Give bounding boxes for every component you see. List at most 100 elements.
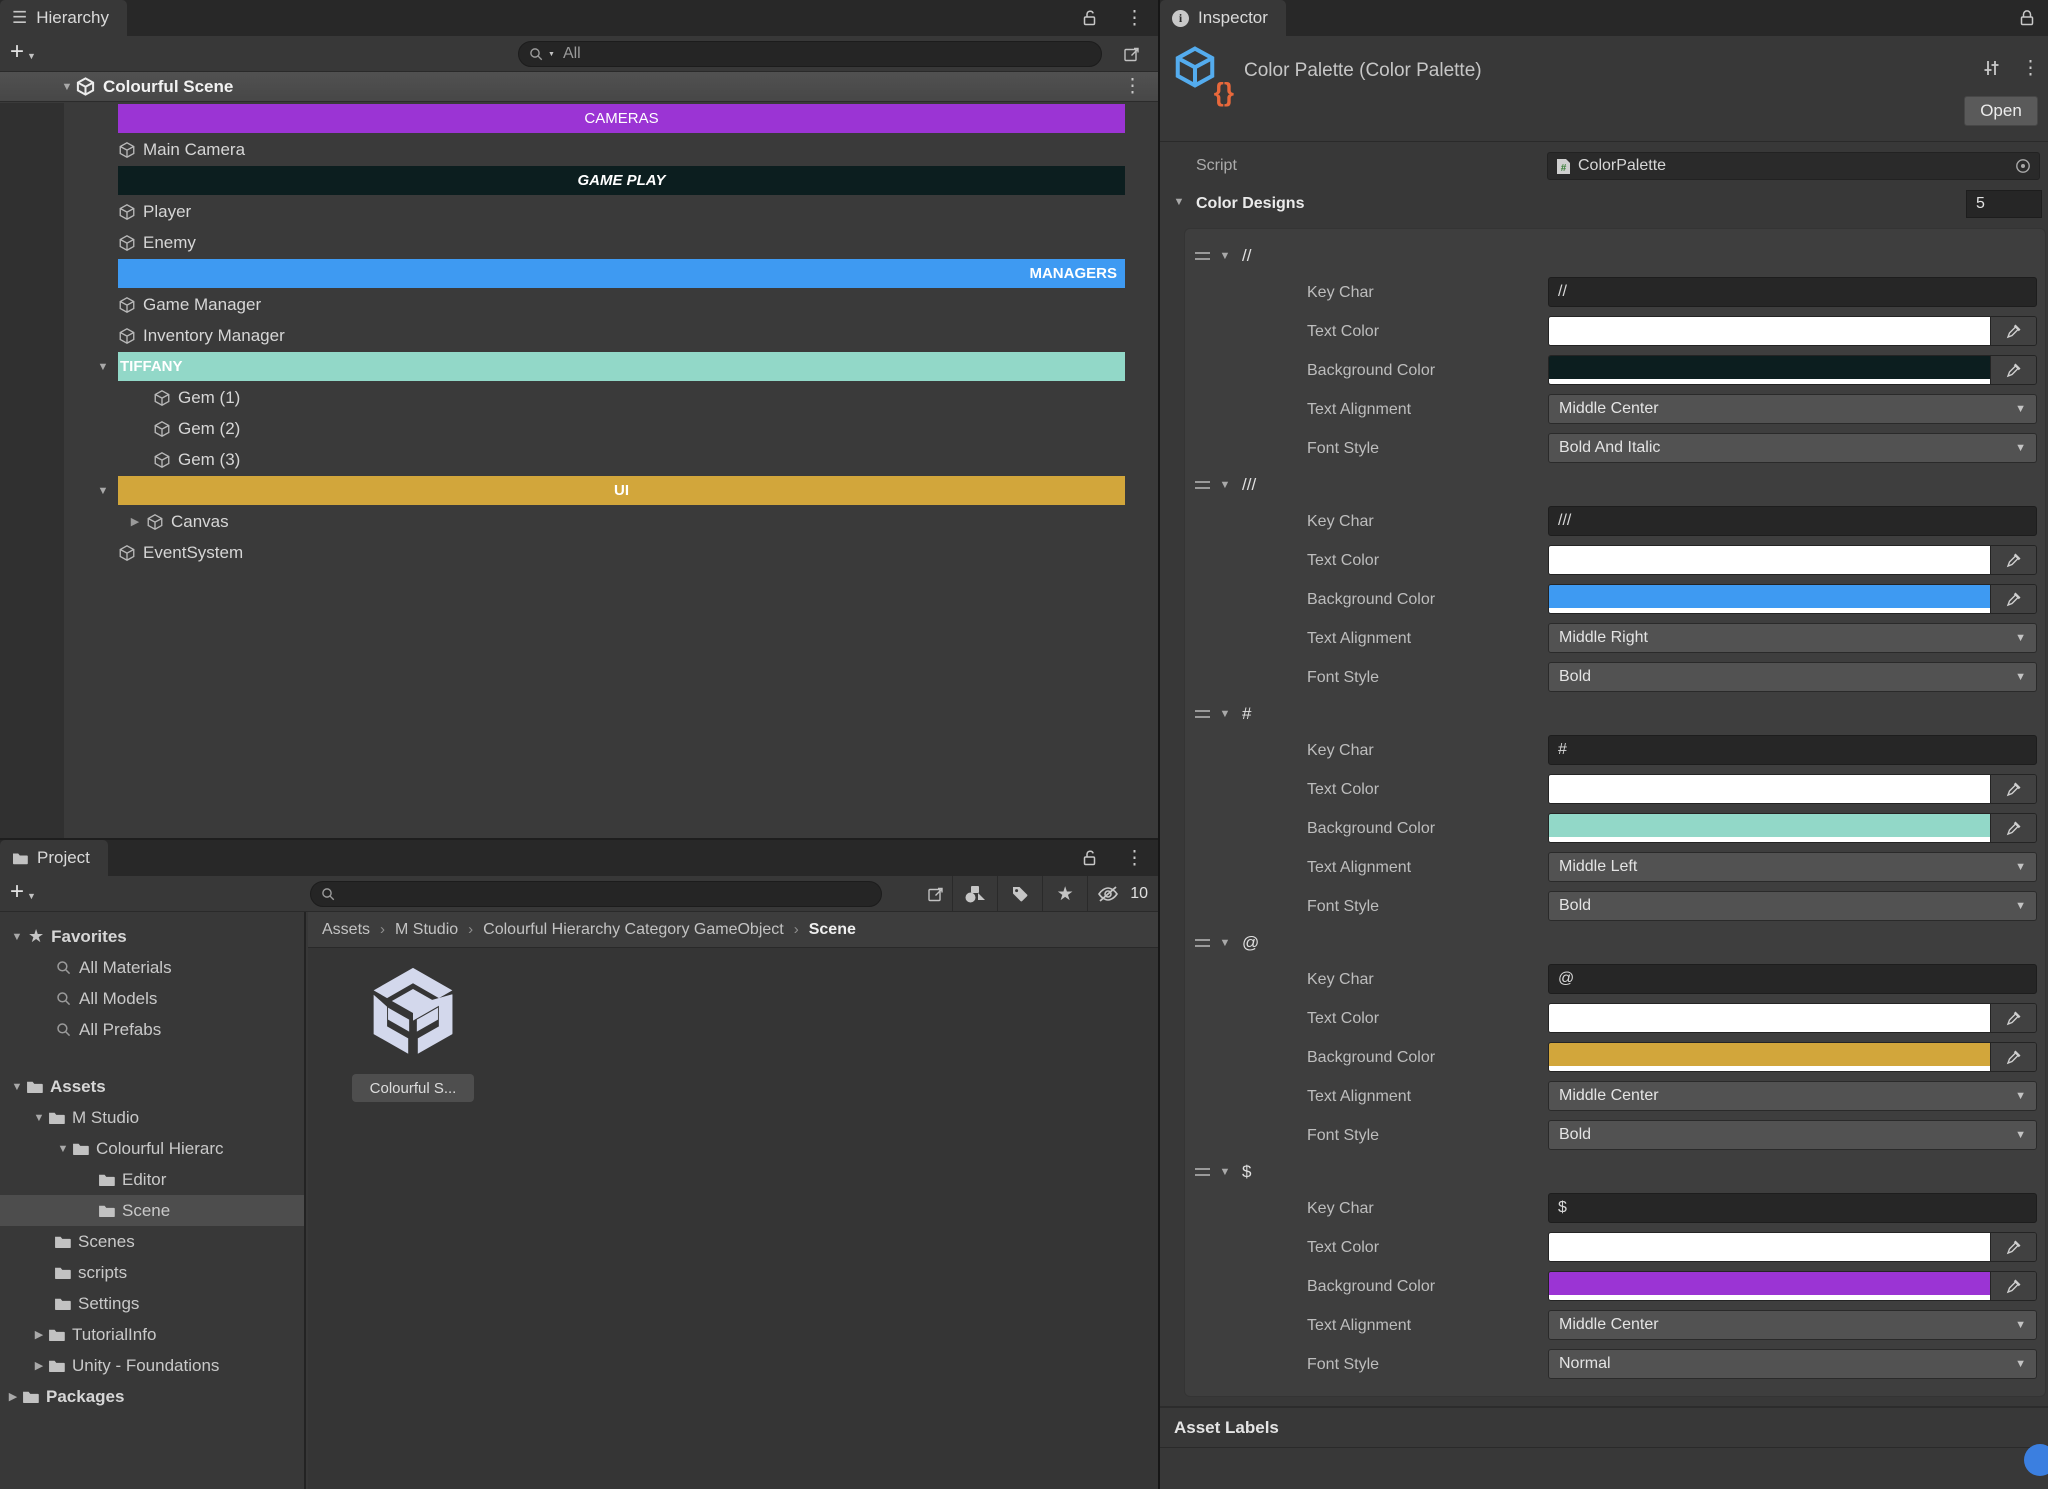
key-char-input[interactable]: $ (1548, 1193, 2037, 1223)
tree-item-m-studio[interactable]: ▼ M Studio (0, 1102, 304, 1133)
background-color-field[interactable] (1548, 1271, 2037, 1301)
hierarchy-category-tiffany[interactable]: ▼ TIFFANY (0, 351, 1158, 382)
tree-item-all-prefabs[interactable]: All Prefabs (0, 1014, 304, 1045)
expand-arrow-icon[interactable]: ▶ (4, 1390, 22, 1403)
drag-handle-icon[interactable] (1195, 1168, 1210, 1176)
drag-handle-icon[interactable] (1195, 481, 1210, 489)
presets-icon[interactable] (1981, 58, 2001, 78)
drag-handle-icon[interactable] (1195, 252, 1210, 260)
asset-label-chip[interactable]: Colourful S... (352, 1074, 474, 1102)
hierarchy-item-enemy[interactable]: Enemy (0, 227, 1158, 258)
foldout-icon[interactable]: ▼ (94, 361, 112, 373)
background-color-field[interactable] (1548, 813, 2037, 843)
color-swatch[interactable] (1549, 1233, 1990, 1261)
hierarchy-item-inventory-manager[interactable]: Inventory Manager (0, 320, 1158, 351)
color-swatch[interactable] (1549, 317, 1990, 345)
hierarchy-menu-icon[interactable]: ⋮ (1125, 9, 1144, 28)
font-style-dropdown[interactable]: Bold And Italic▼ (1548, 433, 2037, 463)
text-color-field[interactable] (1548, 774, 2037, 804)
color-swatch[interactable] (1549, 775, 1990, 803)
eyedropper-icon[interactable] (1990, 356, 2036, 384)
key-char-input[interactable]: // (1548, 277, 2037, 307)
eyedropper-icon[interactable] (1990, 1004, 2036, 1032)
hierarchy-item-game-manager[interactable]: Game Manager (0, 289, 1158, 320)
hierarchy-item-gem-1[interactable]: Gem (1) (0, 382, 1158, 413)
lock-open-icon[interactable] (1081, 849, 1099, 867)
open-search-window-icon[interactable] (1114, 40, 1148, 68)
color-designs-count[interactable]: 5 (1966, 190, 2042, 218)
color-swatch[interactable] (1549, 356, 1990, 384)
foldout-icon[interactable]: ▼ (1216, 1166, 1234, 1178)
eyedropper-icon[interactable] (1990, 546, 2036, 574)
eyedropper-icon[interactable] (1990, 775, 2036, 803)
tab-project[interactable]: Project (0, 840, 108, 876)
hierarchy-category-game-play[interactable]: GAME PLAY (0, 165, 1158, 196)
hierarchy-item-gem-2[interactable]: Gem (2) (0, 413, 1158, 444)
favorites-star-icon[interactable]: ★ (1043, 876, 1087, 912)
foldout-icon[interactable]: ▼ (94, 485, 112, 497)
open-search-window-icon[interactable] (918, 876, 952, 912)
breadcrumb-scene[interactable]: Scene (809, 921, 856, 939)
tree-item-editor[interactable]: Editor (0, 1164, 304, 1195)
font-style-dropdown[interactable]: Normal▼ (1548, 1349, 2037, 1379)
text-alignment-dropdown[interactable]: Middle Center▼ (1548, 394, 2037, 424)
background-color-field[interactable] (1548, 1042, 2037, 1072)
foldout-icon[interactable]: ▼ (1216, 479, 1234, 491)
breadcrumb-colourful-hierarchy[interactable]: Colourful Hierarchy Category GameObject (483, 921, 784, 939)
font-style-dropdown[interactable]: Bold▼ (1548, 891, 2037, 921)
tab-hierarchy[interactable]: ☰ Hierarchy (0, 0, 127, 36)
font-style-dropdown[interactable]: Bold▼ (1548, 662, 2037, 692)
color-swatch[interactable] (1549, 1004, 1990, 1032)
key-char-input[interactable]: @ (1548, 964, 2037, 994)
hidden-packages-icon[interactable] (1088, 876, 1128, 912)
foldout-icon[interactable]: ▼ (54, 1143, 72, 1155)
tree-item-scripts[interactable]: scripts (0, 1257, 304, 1288)
entry-header[interactable]: ▼ // (1185, 239, 2045, 273)
tree-item-settings[interactable]: Settings (0, 1288, 304, 1319)
hierarchy-item-canvas[interactable]: ▶ Canvas (0, 506, 1158, 537)
tree-item-packages[interactable]: ▶ Packages (0, 1381, 304, 1412)
foldout-icon[interactable]: ▼ (8, 931, 26, 943)
project-create-button[interactable]: +▼ (10, 878, 36, 906)
entry-header[interactable]: ▼ $ (1185, 1155, 2045, 1189)
drag-handle-icon[interactable] (1195, 710, 1210, 718)
foldout-icon[interactable]: ▼ (1216, 250, 1234, 262)
tree-item-all-materials[interactable]: All Materials (0, 952, 304, 983)
entry-header[interactable]: ▼ /// (1185, 468, 2045, 502)
scene-header-row[interactable]: ▼ Colourful Scene ⋮ (0, 72, 1158, 102)
text-alignment-dropdown[interactable]: Middle Right▼ (1548, 623, 2037, 653)
text-alignment-dropdown[interactable]: Middle Center▼ (1548, 1310, 2037, 1340)
hierarchy-category-managers[interactable]: MANAGERS (0, 258, 1158, 289)
search-by-type-icon[interactable] (953, 876, 997, 912)
project-menu-icon[interactable]: ⋮ (1125, 849, 1144, 868)
color-swatch[interactable] (1549, 546, 1990, 574)
drag-handle-icon[interactable] (1195, 939, 1210, 947)
inspector-menu-icon[interactable]: ⋮ (2021, 59, 2040, 78)
text-alignment-dropdown[interactable]: Middle Center▼ (1548, 1081, 2037, 1111)
tree-item-scene[interactable]: Scene (0, 1195, 304, 1226)
hierarchy-item-gem-3[interactable]: Gem (3) (0, 444, 1158, 475)
key-char-input[interactable]: # (1548, 735, 2037, 765)
eyedropper-icon[interactable] (1990, 585, 2036, 613)
asset-labels-section[interactable]: Asset Labels (1160, 1406, 2048, 1448)
eyedropper-icon[interactable] (1990, 1043, 2036, 1071)
hierarchy-item-eventsystem[interactable]: EventSystem (0, 537, 1158, 568)
object-picker-icon[interactable] (2015, 158, 2031, 174)
hierarchy-item-player[interactable]: Player (0, 196, 1158, 227)
font-style-dropdown[interactable]: Bold▼ (1548, 1120, 2037, 1150)
tree-item-scenes[interactable]: Scenes (0, 1226, 304, 1257)
hierarchy-search-input[interactable]: ▼ All (518, 41, 1102, 67)
tree-item-all-models[interactable]: All Models (0, 983, 304, 1014)
text-color-field[interactable] (1548, 1232, 2037, 1262)
eyedropper-icon[interactable] (1990, 1233, 2036, 1261)
hierarchy-category-cameras[interactable]: CAMERAS (0, 103, 1158, 134)
hierarchy-category-ui[interactable]: ▼ UI (0, 475, 1158, 506)
breadcrumb-assets[interactable]: Assets (322, 921, 370, 939)
key-char-input[interactable]: /// (1548, 506, 2037, 536)
eyedropper-icon[interactable] (1990, 814, 2036, 842)
expand-arrow-icon[interactable]: ▶ (30, 1328, 48, 1341)
scene-foldout-icon[interactable]: ▼ (58, 81, 76, 93)
scene-menu-icon[interactable]: ⋮ (1123, 77, 1142, 96)
color-swatch[interactable] (1549, 814, 1990, 842)
breadcrumb-m-studio[interactable]: M Studio (395, 921, 458, 939)
